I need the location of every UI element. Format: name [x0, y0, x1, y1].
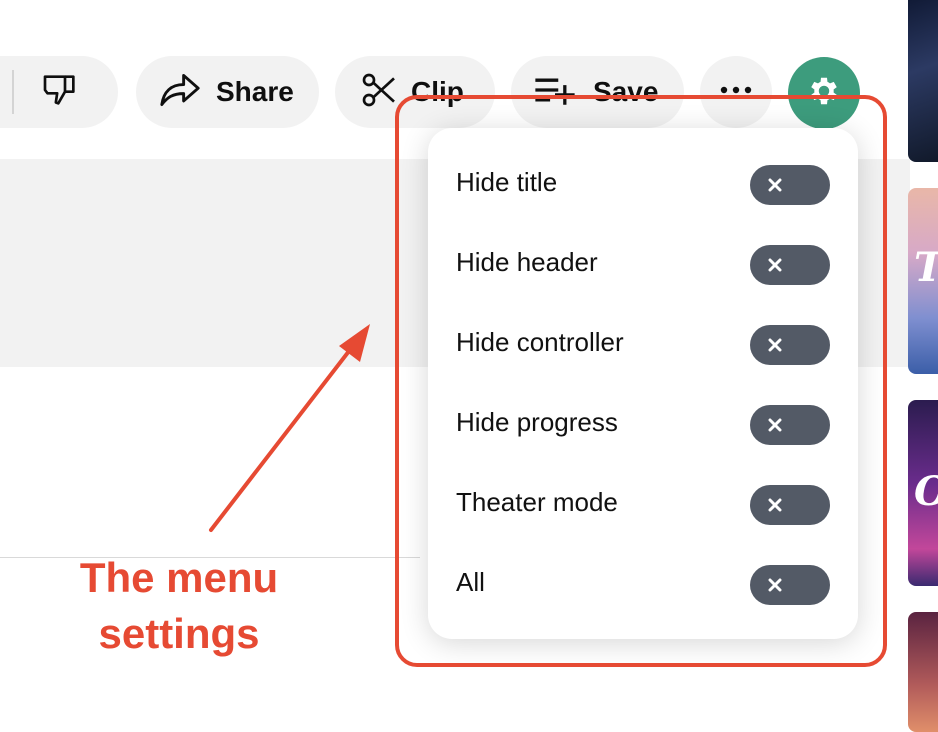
clip-button[interactable]: Clip [335, 56, 495, 128]
extension-settings-button[interactable] [788, 57, 860, 129]
menu-item-label: Hide progress [456, 407, 618, 437]
hide-title-toggle[interactable] [750, 165, 830, 205]
gear-icon [806, 73, 842, 114]
recommended-video-thumbnail[interactable] [908, 612, 938, 732]
share-icon [158, 70, 202, 115]
save-label: Save [593, 76, 659, 107]
close-icon [768, 338, 782, 352]
menu-item-hide-header: Hide header [428, 233, 858, 293]
menu-item-label: Hide header [456, 247, 598, 277]
menu-item-label: All [456, 567, 485, 597]
menu-item-hide-title: Hide title [428, 153, 858, 213]
menu-item-label: Hide controller [456, 327, 624, 357]
thumbnail-text: O [914, 472, 938, 512]
playlist-add-icon [533, 72, 577, 113]
close-icon [768, 258, 782, 272]
annotation-line: The menu [79, 554, 279, 601]
hide-progress-toggle[interactable] [750, 405, 830, 445]
hide-header-toggle[interactable] [750, 245, 830, 285]
dislike-button[interactable] [0, 56, 118, 128]
thumbs-down-icon [40, 70, 80, 115]
annotation-caption: The menu settings [40, 550, 318, 662]
all-toggle[interactable] [750, 565, 830, 605]
recommended-video-thumbnail[interactable] [908, 0, 938, 162]
menu-item-theater-mode: Theater mode [428, 473, 858, 533]
more-horizontal-icon [718, 83, 754, 101]
more-actions-button[interactable] [700, 56, 772, 128]
annotation-line: settings [98, 610, 260, 657]
recommended-video-thumbnail[interactable]: T [908, 188, 938, 374]
hide-controller-toggle[interactable] [750, 325, 830, 365]
theater-mode-toggle[interactable] [750, 485, 830, 525]
close-icon [768, 578, 782, 592]
settings-menu: Hide title Hide header Hide controller H… [428, 128, 858, 639]
save-button[interactable]: Save [511, 56, 684, 128]
menu-item-label: Hide title [456, 167, 558, 197]
share-label: Share [216, 76, 294, 107]
menu-item-hide-progress: Hide progress [428, 393, 858, 453]
close-icon [768, 418, 782, 432]
recommended-video-thumbnail[interactable]: O [908, 400, 938, 586]
thumbnail-text: T [914, 248, 938, 288]
menu-item-hide-controller: Hide controller [428, 313, 858, 373]
menu-item-all: All [428, 553, 858, 613]
close-icon [768, 498, 782, 512]
menu-item-label: Theater mode [456, 487, 618, 517]
close-icon [768, 178, 782, 192]
share-button[interactable]: Share [136, 56, 319, 128]
scissors-icon [359, 70, 399, 115]
clip-label: Clip [411, 76, 464, 107]
like-dislike-divider [12, 70, 14, 114]
